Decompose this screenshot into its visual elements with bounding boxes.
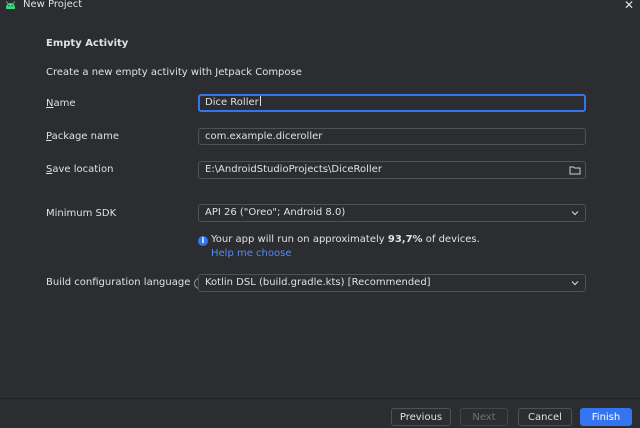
help-me-choose-link[interactable]: Help me choose: [211, 248, 291, 259]
info-icon: i: [198, 236, 208, 246]
chevron-down-icon: [571, 281, 579, 286]
folder-icon[interactable]: [569, 164, 581, 176]
window-title: New Project: [23, 0, 83, 10]
name-label: Name: [46, 98, 76, 109]
minimum-sdk-select[interactable]: API 26 ("Oreo"; Android 8.0): [198, 204, 586, 222]
chevron-down-icon: [571, 211, 579, 216]
android-icon: [6, 1, 15, 9]
build-config-language-select[interactable]: Kotlin DSL (build.gradle.kts) [Recommend…: [198, 274, 586, 292]
package-name-label: Package name: [46, 131, 120, 142]
build-config-language-label: Build configuration language?: [46, 277, 206, 289]
name-input[interactable]: Dice Roller: [198, 94, 586, 112]
section-description: Create a new empty activity with Jetpack…: [46, 67, 302, 78]
previous-button[interactable]: Previous: [391, 408, 451, 426]
footer-divider: [0, 398, 640, 399]
title-bar: New Project ✕: [0, 0, 640, 12]
minimum-sdk-label: Minimum SDK: [46, 208, 117, 219]
section-heading: Empty Activity: [46, 38, 129, 49]
coverage-percent: 93,7%: [387, 234, 423, 245]
save-location-label: Save location: [46, 164, 114, 175]
package-name-input[interactable]: com.example.diceroller: [198, 128, 586, 145]
finish-button[interactable]: Finish: [580, 408, 632, 426]
save-location-input[interactable]: E:\AndroidStudioProjects\DiceRoller: [198, 161, 586, 179]
next-button[interactable]: Next: [460, 408, 508, 426]
close-icon[interactable]: ✕: [624, 0, 634, 12]
text-caret: [259, 96, 261, 106]
device-coverage-info: i Your app will run on approximately 93,7…: [198, 234, 480, 246]
cancel-button[interactable]: Cancel: [518, 408, 572, 426]
